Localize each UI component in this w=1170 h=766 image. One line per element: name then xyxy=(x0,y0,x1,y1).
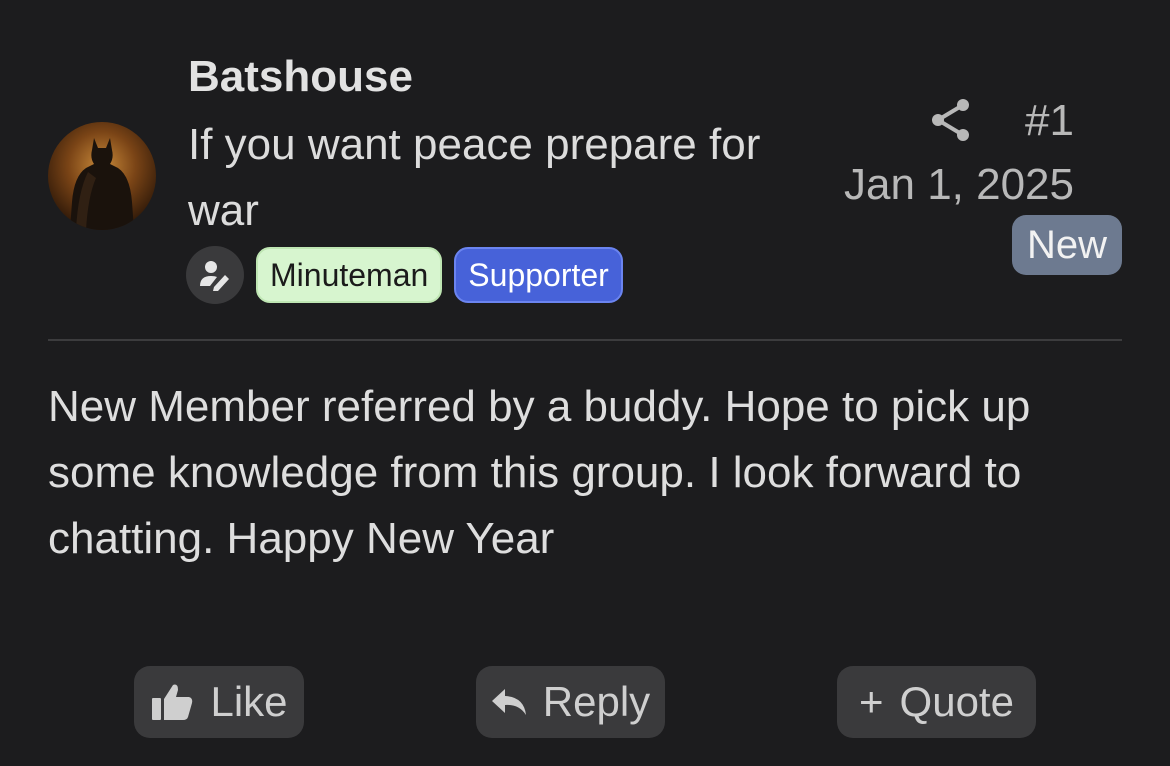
username[interactable]: Batshouse xyxy=(188,52,413,102)
divider xyxy=(48,339,1122,341)
avatar[interactable] xyxy=(48,122,156,230)
like-button[interactable]: Like xyxy=(134,666,304,738)
thumbs-up-icon xyxy=(150,682,194,722)
post-body: New Member referred by a buddy. Hope to … xyxy=(48,382,1031,563)
user-banners: Minuteman Supporter xyxy=(186,240,635,310)
minuteman-banner: Minuteman xyxy=(256,247,443,303)
share-icon[interactable] xyxy=(930,98,972,142)
quote-label: Quote xyxy=(899,678,1014,725)
user-edit-button[interactable] xyxy=(186,246,244,304)
user-title: If you want peace prepare for war xyxy=(188,120,761,235)
quote-button[interactable]: + Quote xyxy=(837,666,1036,738)
reply-arrow-icon xyxy=(491,687,527,717)
reply-button[interactable]: Reply xyxy=(476,666,665,738)
post-number-link[interactable]: #1 xyxy=(1025,96,1074,146)
plus-icon: + xyxy=(859,678,884,725)
reply-label: Reply xyxy=(542,678,651,725)
user-edit-icon xyxy=(200,261,229,291)
like-label: Like xyxy=(210,678,288,725)
batman-figure-icon xyxy=(70,138,134,230)
post-date[interactable]: Jan 1, 2025 xyxy=(844,160,1074,210)
new-badge: New xyxy=(1012,215,1122,275)
supporter-banner: Supporter xyxy=(454,247,623,303)
